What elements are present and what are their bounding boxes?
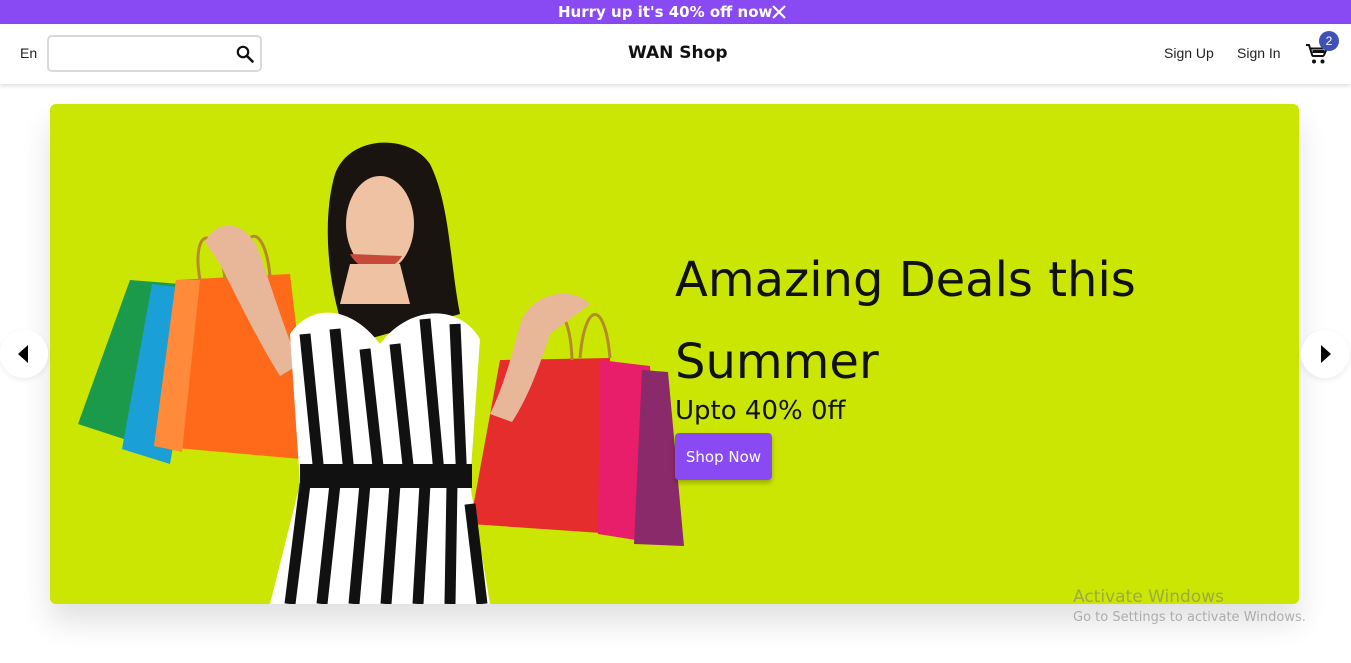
search-input[interactable] <box>53 41 223 66</box>
hero-subtitle: Upto 40% 0ff <box>675 396 846 426</box>
carousel-prev-button[interactable] <box>0 330 48 378</box>
windows-activation-watermark: Activate Windows Go to Settings to activ… <box>1073 587 1306 625</box>
striped-dress <box>270 312 490 604</box>
shop-now-button[interactable]: Shop Now <box>675 433 772 480</box>
hero-slide: Amazing Deals this Summer Upto 40% 0ff S… <box>50 104 1299 604</box>
hero-title: Amazing Deals this Summer <box>675 252 1136 390</box>
site-header: En WAN Shop Sign Up Sign In 2 <box>0 24 1351 84</box>
sign-up-link[interactable]: Sign Up <box>1164 45 1214 61</box>
carousel-next-button[interactable] <box>1301 330 1349 378</box>
shopping-bags-right <box>470 309 684 546</box>
sign-in-link[interactable]: Sign In <box>1237 45 1281 61</box>
close-icon[interactable] <box>771 4 787 20</box>
cart-count-badge: 2 <box>1319 31 1339 51</box>
arrow-right-icon <box>1321 345 1331 363</box>
promo-text: Hurry up it's 40% off now <box>558 3 773 21</box>
brand-title[interactable]: WAN Shop <box>628 43 728 63</box>
arrow-left-icon <box>18 345 28 363</box>
language-selector[interactable]: En <box>20 45 37 61</box>
promo-banner: Hurry up it's 40% off now <box>0 0 1351 24</box>
watermark-title: Activate Windows <box>1073 587 1224 607</box>
watermark-subtitle: Go to Settings to activate Windows. <box>1073 610 1306 625</box>
hero-image <box>78 142 684 604</box>
search-icon[interactable] <box>236 45 254 63</box>
search-box <box>47 35 262 72</box>
